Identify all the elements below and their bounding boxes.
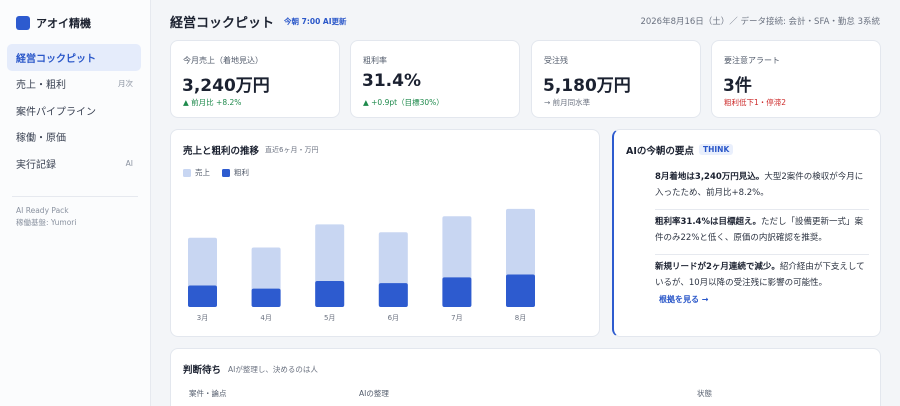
- brand-name: アオイ精機: [36, 17, 91, 30]
- kpi-label: 受注残: [544, 56, 568, 65]
- kpi-delta: ▲ 前月比 +8.2%: [183, 98, 242, 107]
- legend-item-profit: 粗利: [222, 167, 249, 178]
- bar-profit[interactable]: [506, 274, 535, 307]
- view-evidence-link[interactable]: 根拠を見る →: [659, 294, 709, 305]
- sidebar-item-sales-profit[interactable]: 売上・粗利 月次: [7, 71, 141, 98]
- kpi-label: 粗利率: [363, 56, 387, 65]
- kpi-label: 今月売上（着地見込）: [183, 56, 263, 65]
- column-header-status[interactable]: 状態: [697, 388, 712, 399]
- sidebar-item-label: 案件パイプライン: [16, 106, 96, 118]
- legend-item-sales: 売上: [183, 167, 210, 178]
- sidebar-item-label: 実行記録: [16, 159, 56, 171]
- header-meta: 2026年8月16日（土）／ データ接続: 会計・SFA・勤怠 3系統: [640, 17, 880, 27]
- chart-subtitle: 直近6ヶ月・万円: [265, 146, 319, 154]
- bar-profit[interactable]: [442, 277, 472, 307]
- kpi-card-sales[interactable]: 今月売上（着地見込） 3,240万円 ▲ 前月比 +8.2%: [170, 40, 340, 118]
- ai-point-3: 新規リードが2ヶ月連続で減少。紹介経由が下支えしているが、10月以降の受注残に影…: [655, 259, 869, 291]
- sidebar-item-label: 経営コックピット: [16, 53, 96, 65]
- kpi-card-gross-margin[interactable]: 粗利率 31.4% ▲ +0.9pt（目標30%）: [350, 40, 520, 118]
- pending-decisions-subtitle: AIが整理し、決めるのは人: [228, 365, 318, 374]
- ai-point-2: 粗利率31.4%は目標超え。ただし「設備更新一式」案件のみ22%と低く、原価の内…: [655, 214, 869, 246]
- chart-legend: 売上 粗利: [183, 167, 261, 178]
- x-tick-label: 5月: [324, 314, 335, 322]
- column-header-ai-summary[interactable]: AIの整理: [359, 388, 389, 399]
- sidebar-item-label: 稼働・原価: [16, 133, 66, 145]
- chart-title: 売上と粗利の推移: [183, 146, 260, 157]
- bar-profit[interactable]: [251, 288, 281, 307]
- sidebar-item-cockpit[interactable]: 経営コックピット: [7, 44, 141, 71]
- ai-divider: [655, 254, 869, 255]
- ai-point-2-headline: 粗利率31.4%は目標超え。: [655, 217, 761, 227]
- ai-summary-card: AIの今朝の要点 THINK 8月着地は3,240万円見込。大型2案件の検収が今…: [612, 129, 881, 337]
- page-title: 経営コックピット: [170, 15, 275, 31]
- bar-profit[interactable]: [378, 283, 408, 307]
- kpi-label: 要注意アラート: [724, 56, 780, 65]
- kpi-value: 3件: [723, 76, 752, 96]
- bar-profit[interactable]: [188, 285, 217, 307]
- header: 経営コックピット 今朝 7:00 AI更新 2026年8月16日（土）／ データ…: [170, 11, 880, 31]
- kpi-alert-detail: 粗利低下1・停滞2: [724, 98, 787, 107]
- sidebar-item-operation-cost[interactable]: 稼働・原価: [7, 124, 141, 151]
- pending-decisions-card: 判断待ち AIが整理し、決めるのは人 案件・論点 AIの整理 状態: [170, 348, 881, 406]
- ai-point-1: 8月着地は3,240万円見込。大型2案件の検収が今月に入ったため、前月比+8.2…: [655, 169, 869, 201]
- sidebar-nav: 経営コックピット 売上・粗利 月次 案件パイプライン 稼働・原価 実行記録 AI: [7, 44, 141, 177]
- sidebar-footer-pack: AI Ready Pack: [16, 206, 69, 215]
- legend-label-profit: 粗利: [234, 168, 249, 177]
- kpi-delta: → 前月同水準: [544, 98, 591, 107]
- brand-logo-icon: [16, 16, 30, 30]
- sidebar: アオイ精機 経営コックピット 売上・粗利 月次 案件パイプライン 稼働・原価 実…: [0, 0, 151, 406]
- x-tick-label: 3月: [197, 314, 208, 322]
- kpi-card-backlog[interactable]: 受注残 5,180万円 → 前月同水準: [531, 40, 701, 118]
- x-tick-label: 7月: [451, 314, 462, 322]
- sidebar-item-badge: 月次: [118, 79, 133, 89]
- bar-profit[interactable]: [315, 281, 345, 307]
- kpi-card-alerts[interactable]: 要注意アラート 3件 粗利低下1・停滞2: [711, 40, 881, 118]
- sales-profit-chart: 3月 4月 5月 6月 7月 8月: [188, 208, 535, 322]
- sidebar-divider: [12, 196, 138, 197]
- ai-point-1-headline: 8月着地は3,240万円見込。: [655, 172, 765, 182]
- ai-summary-title: AIの今朝の要点: [626, 146, 694, 157]
- ai-divider: [655, 209, 869, 210]
- pending-decisions-title: 判断待ち: [183, 365, 222, 376]
- sidebar-item-pipeline[interactable]: 案件パイプライン: [7, 97, 141, 124]
- ai-think-tag: THINK: [699, 144, 734, 155]
- kpi-delta: ▲ +0.9pt（目標30%）: [363, 98, 444, 107]
- update-badge: 今朝 7:00 AI更新: [284, 16, 347, 26]
- legend-swatch-sales: [183, 168, 191, 177]
- legend-swatch-profit: [222, 168, 230, 177]
- ai-point-3-headline: 新規リードが2ヶ月連続で減少。: [655, 262, 780, 272]
- x-tick-label: 6月: [388, 314, 399, 322]
- kpi-value: 31.4%: [362, 71, 421, 91]
- column-header-case[interactable]: 案件・論点: [189, 388, 227, 399]
- x-tick-label: 4月: [260, 314, 271, 322]
- x-tick-label: 8月: [515, 314, 526, 322]
- sidebar-footer-platform: 稼働基盤: Yumori: [16, 218, 77, 227]
- sidebar-item-badge: AI: [125, 158, 133, 168]
- sales-profit-chart-card: 3月 4月 5月 6月 7月 8月 売上と粗利の推移 直近6ヶ月・万円 売上 粗利: [170, 129, 600, 337]
- legend-label-sales: 売上: [195, 168, 210, 177]
- brand: アオイ精機: [16, 15, 91, 31]
- kpi-value: 3,240万円: [182, 76, 270, 96]
- kpi-value: 5,180万円: [543, 76, 631, 96]
- sidebar-footer: AI Ready Pack 稼働基盤: Yumori: [16, 205, 76, 229]
- sidebar-item-label: 売上・粗利: [16, 80, 66, 92]
- sidebar-item-execution-log[interactable]: 実行記録 AI: [7, 150, 141, 177]
